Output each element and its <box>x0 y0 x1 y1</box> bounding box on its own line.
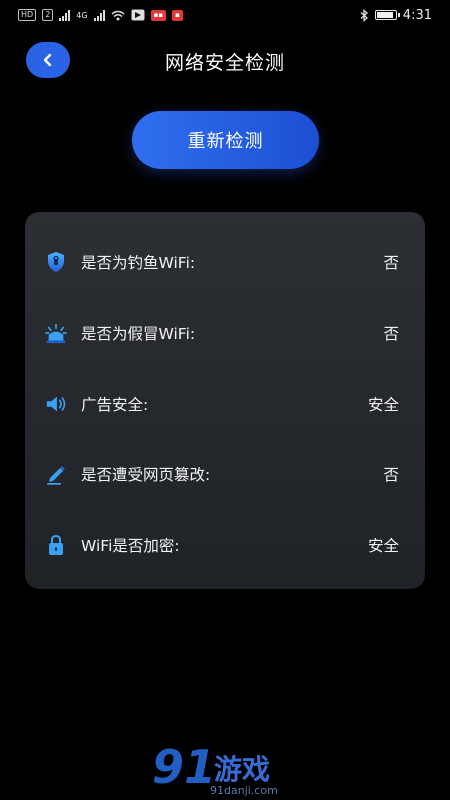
check-label: 广告安全: <box>81 396 149 414</box>
recheck-button[interactable]: 重新检测 <box>132 111 319 169</box>
watermark-brand: 91 <box>152 740 217 794</box>
status-time: 4:31 <box>402 7 432 23</box>
network-label: 4G <box>76 10 88 20</box>
check-value: 否 <box>383 325 399 343</box>
status-left: HD 2 4G ▪▪ ▪ <box>18 9 183 21</box>
check-label: 是否为钓鱼WiFi: <box>81 254 196 272</box>
signal-2-icon <box>93 9 105 21</box>
hd-badge: HD <box>18 9 37 21</box>
watermark-name: 游戏 <box>214 753 271 786</box>
check-value: 安全 <box>367 537 399 555</box>
check-row-tamper: 是否遭受网页篡改: 否 <box>25 454 425 494</box>
bluetooth-icon <box>360 8 368 22</box>
status-right: 4:31 <box>360 8 432 23</box>
app-notify-icon <box>131 9 145 21</box>
check-row-ad-safety: 广告安全: 安全 <box>25 384 425 424</box>
check-row-fake-wifi: 是否为假冒WiFi: 否 <box>25 313 425 353</box>
alarm-icon <box>45 322 67 344</box>
red-app-2-icon: ▪ <box>172 9 183 21</box>
lock-icon <box>45 534 67 556</box>
page-title: 网络安全检测 <box>164 52 285 74</box>
watermark-logo: 91 游戏 91danji.com <box>152 740 302 800</box>
signal-icon <box>59 9 71 21</box>
watermark-url: 91danji.com <box>210 784 278 797</box>
battery-icon <box>374 10 400 20</box>
speaker-icon <box>45 393 67 415</box>
check-value: 否 <box>383 254 399 272</box>
check-label: 是否为假冒WiFi: <box>81 325 196 343</box>
check-value: 否 <box>383 466 399 484</box>
shield-icon <box>45 251 67 273</box>
check-value: 安全 <box>367 396 399 414</box>
check-row-phishing: 是否为钓鱼WiFi: 否 <box>25 242 425 282</box>
status-bar: HD 2 4G ▪▪ ▪ 4:31 <box>0 0 450 30</box>
sim-badge: 2 <box>42 9 54 21</box>
check-label: 是否遭受网页篡改: <box>81 466 211 484</box>
wifi-icon <box>111 10 125 20</box>
check-row-encryption: WiFi是否加密: 安全 <box>25 525 425 565</box>
red-app-icon: ▪▪ <box>150 9 167 21</box>
security-check-card: 是否为钓鱼WiFi: 否 是否为假冒WiFi: 否 广告安全: 安全 是否遭受网… <box>25 212 425 589</box>
check-label: WiFi是否加密: <box>81 537 180 555</box>
pencil-icon <box>45 463 67 485</box>
